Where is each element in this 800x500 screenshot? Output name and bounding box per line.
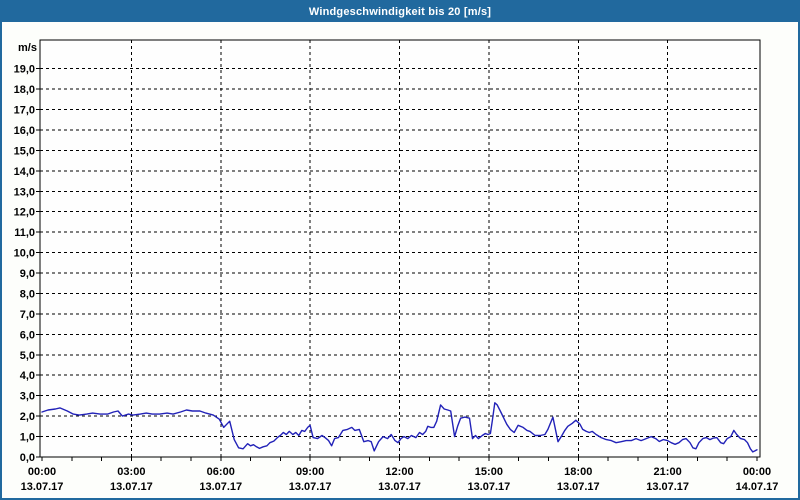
chart-window: Windgeschwindigkeit bis 20 [m/s] 0,0 1,0 2… — [0, 0, 800, 500]
y-tick-label: 1,0 — [20, 432, 35, 444]
y-axis-unit-label: m/s — [18, 42, 37, 54]
x-tick-date-label: 13.07.17 — [378, 481, 421, 493]
y-tick-label: 9,0 — [20, 268, 35, 280]
wind-speed-chart: 0,0 1,0 2,0 3,0 4,0 5,0 6,0 7,0 8,0 9,0 10,0 11,0 12… — [14, 39, 779, 493]
y-tick-label: 15,0 — [14, 145, 35, 157]
x-tick-date-label: 13.07.17 — [557, 481, 600, 493]
x-tick-time-label: 09:00 — [296, 466, 324, 478]
x-tick-time-label: 03:00 — [117, 466, 145, 478]
y-tick-label: 13,0 — [14, 186, 35, 198]
y-tick-label: 12,0 — [14, 207, 35, 219]
x-tick-date-label: 13.07.17 — [110, 481, 153, 493]
y-tick-label: 4,0 — [20, 370, 35, 382]
y-tick-label: 5,0 — [20, 350, 35, 362]
y-tick-label: 10,0 — [14, 248, 35, 260]
y-tick-label: 2,0 — [20, 411, 35, 423]
x-tick-time-label: 21:00 — [654, 466, 682, 478]
y-tick-label: 6,0 — [20, 329, 35, 341]
x-tick-date-label: 13.07.17 — [199, 481, 242, 493]
y-tick-label: 18,0 — [14, 84, 35, 96]
y-tick-label: 3,0 — [20, 391, 35, 403]
x-tick-time-label: 18:00 — [564, 466, 592, 478]
x-tick-date-label: 13.07.17 — [646, 481, 689, 493]
y-tick-label: 8,0 — [20, 288, 35, 300]
y-tick-labels: 0,0 1,0 2,0 3,0 4,0 5,0 6,0 7,0 8,0 9,0 10,0 11,0 12… — [14, 64, 35, 464]
y-tick-label: 7,0 — [20, 309, 35, 321]
y-tick-label: 17,0 — [14, 105, 35, 117]
x-tick-time-label: 12:00 — [385, 466, 413, 478]
x-tick-labels: 00:00 13.07.17 03:00 13.07.17 06:00 13.07.17 0… — [21, 466, 779, 493]
x-tick-date-label: 13.07.17 — [289, 481, 332, 493]
chart-area: 0,0 1,0 2,0 3,0 4,0 5,0 6,0 7,0 8,0 9,0 10,0 11,0 12… — [2, 22, 798, 498]
x-tick-time-label: 00:00 — [743, 466, 771, 478]
y-tick-label: 19,0 — [14, 64, 35, 76]
y-tick-label: 11,0 — [14, 227, 35, 239]
chart-title-bar: Windgeschwindigkeit bis 20 [m/s] — [2, 2, 798, 22]
y-tick-label: 14,0 — [14, 166, 35, 178]
x-tick-time-label: 00:00 — [28, 466, 56, 478]
y-tick-label: 16,0 — [14, 125, 35, 137]
chart-title: Windgeschwindigkeit bis 20 [m/s] — [308, 6, 492, 18]
x-tick-time-label: 15:00 — [475, 466, 503, 478]
y-tick-label: 0,0 — [20, 452, 35, 464]
x-tick-date-label: 13.07.17 — [21, 481, 64, 493]
x-tick-date-label: 13.07.17 — [467, 481, 510, 493]
x-tick-time-label: 06:00 — [207, 466, 235, 478]
x-tick-date-label: 14.07.17 — [736, 481, 779, 493]
